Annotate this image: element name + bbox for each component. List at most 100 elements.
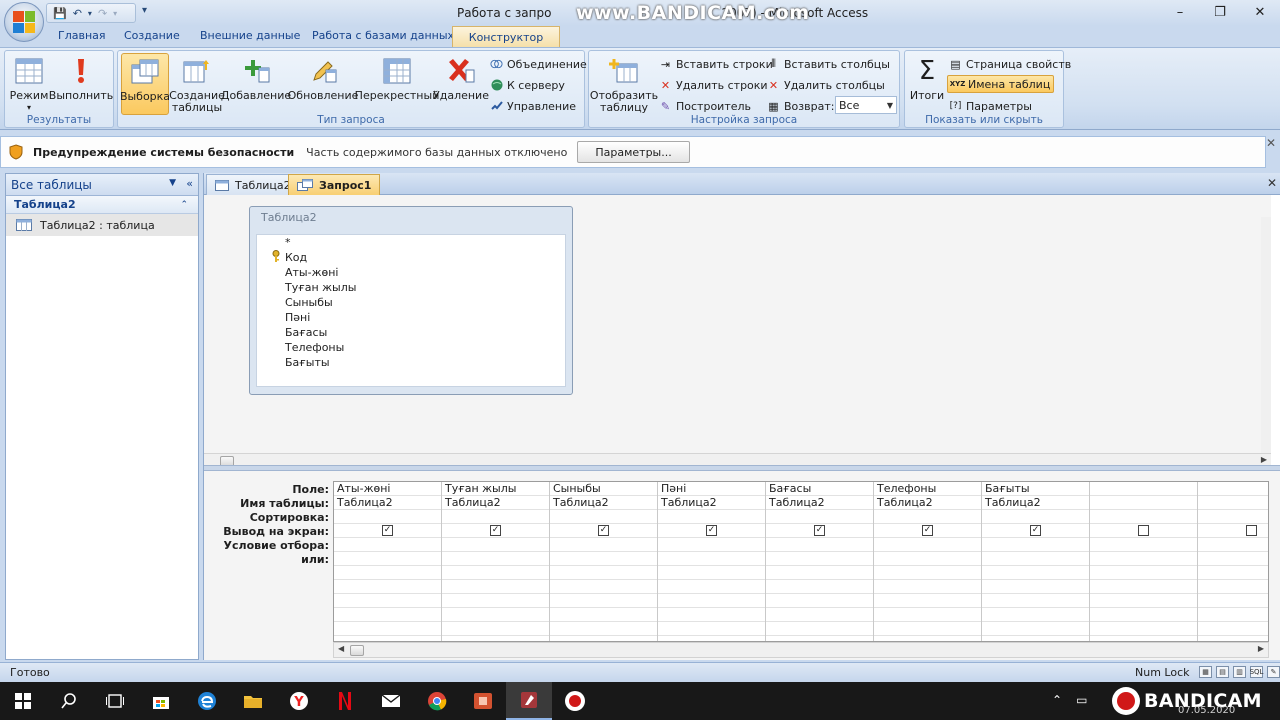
grid-empty-cell[interactable] [982, 622, 1089, 636]
security-options-button[interactable]: Параметры... [577, 141, 690, 163]
grid-empty-cell[interactable] [874, 566, 981, 580]
field-item[interactable]: Бағыты [285, 356, 330, 369]
grid-empty-cell[interactable] [874, 580, 981, 594]
grid-empty-cell[interactable] [1198, 622, 1268, 636]
grid-empty-cell[interactable] [442, 608, 549, 622]
builder-button[interactable]: ✎ Построитель [659, 97, 751, 115]
grid-field-cell[interactable]: Туған жылы [442, 482, 549, 496]
grid-empty-cell[interactable] [334, 622, 441, 636]
grid-empty-cell[interactable] [334, 580, 441, 594]
return-combo[interactable]: Все ▼ [835, 96, 897, 114]
grid-show-cell[interactable]: ✓ [334, 524, 441, 538]
nav-group-header[interactable]: Таблица2 ⌃ [6, 196, 198, 214]
save-icon[interactable]: 💾 [53, 7, 67, 20]
checkbox-checked[interactable]: ✓ [382, 525, 393, 536]
store-icon[interactable] [138, 682, 184, 720]
grid-criteria-cell[interactable] [658, 538, 765, 552]
tray-chevron-up-icon[interactable]: ⌃ [1052, 693, 1062, 707]
union-button[interactable]: Объединение [490, 55, 587, 73]
data-definition-button[interactable]: Управление [490, 97, 576, 115]
checkbox-checked[interactable]: ✓ [922, 525, 933, 536]
grid-table-cell[interactable]: Таблица2 [766, 496, 873, 510]
grid-criteria-cell[interactable] [874, 538, 981, 552]
field-item[interactable]: Туған жылы [285, 281, 356, 294]
grid-sort-cell[interactable] [550, 510, 657, 524]
collapse-pane-icon[interactable]: « [186, 177, 193, 190]
checkbox-checked[interactable]: ✓ [598, 525, 609, 536]
chevron-up-icon[interactable]: ⌃ [180, 200, 188, 210]
grid-empty-cell[interactable] [658, 580, 765, 594]
grid-table-cell[interactable] [1198, 496, 1268, 510]
tab-design[interactable]: Конструктор [452, 26, 560, 47]
grid-or-cell[interactable] [550, 552, 657, 566]
show-table-button[interactable]: Отобразить таблицу [590, 53, 658, 115]
grid-empty-cell[interactable] [1198, 566, 1268, 580]
grid-empty-cell[interactable] [1198, 594, 1268, 608]
grid-sort-cell[interactable] [334, 510, 441, 524]
grid-field-cell[interactable]: Сыныбы [550, 482, 657, 496]
design-view-icon[interactable]: ✎ [1267, 666, 1280, 678]
grid-empty-cell[interactable] [1090, 580, 1197, 594]
grid-table-cell[interactable]: Таблица2 [442, 496, 549, 510]
redo-dropdown-icon[interactable]: ▾ [113, 9, 117, 18]
grid-or-cell[interactable] [766, 552, 873, 566]
field-item[interactable]: Пәні [285, 311, 310, 324]
grid-empty-cell[interactable] [982, 594, 1089, 608]
insert-columns-button[interactable]: ⫴ Вставить столбцы [767, 55, 890, 73]
passthrough-button[interactable]: К серверу [490, 76, 565, 94]
delete-rows-button[interactable]: ✕ Удалить строки [659, 76, 768, 94]
access-icon[interactable] [506, 682, 552, 720]
grid-empty-cell[interactable] [550, 622, 657, 636]
windows-start-icon[interactable] [0, 682, 46, 720]
make-table-button[interactable]: Создание таблицы [169, 53, 225, 115]
search-icon[interactable] [46, 682, 92, 720]
grid-criteria-cell[interactable] [442, 538, 549, 552]
grid-empty-cell[interactable] [982, 566, 1089, 580]
grid-table-cell[interactable]: Таблица2 [658, 496, 765, 510]
delete-columns-button[interactable]: ✕ Удалить столбцы [767, 76, 885, 94]
field-item[interactable]: Бағасы [285, 326, 327, 339]
field-item[interactable]: Аты-жөні [285, 266, 338, 279]
grid-criteria-cell[interactable] [334, 538, 441, 552]
upper-vertical-scrollbar[interactable] [1261, 217, 1271, 479]
grid-field-cell[interactable]: Бағыты [982, 482, 1089, 496]
netflix-icon[interactable] [322, 682, 368, 720]
powerpoint-icon[interactable] [460, 682, 506, 720]
grid-criteria-cell[interactable] [982, 538, 1089, 552]
run-button[interactable]: Выполнить [49, 53, 113, 115]
pivot-chart-icon[interactable]: ▥ [1233, 666, 1246, 678]
yandex-browser-icon[interactable]: Y [276, 682, 322, 720]
table-names-button[interactable]: XYZ Имена таблиц [947, 75, 1055, 93]
tab-create[interactable]: Создание [124, 29, 180, 42]
field-item[interactable]: Телефоны [285, 341, 344, 354]
checkbox-unchecked[interactable] [1138, 525, 1149, 536]
checkbox-checked[interactable]: ✓ [814, 525, 825, 536]
grid-sort-cell[interactable] [658, 510, 765, 524]
redo-icon[interactable]: ↷ [98, 7, 107, 20]
crosstab-button[interactable]: Перекрестный [355, 53, 439, 115]
pivot-table-icon[interactable]: ▤ [1216, 666, 1229, 678]
tab-external-data[interactable]: Внешние данные [200, 29, 300, 42]
grid-empty-cell[interactable] [982, 608, 1089, 622]
grid-empty-cell[interactable] [442, 580, 549, 594]
grid-empty-cell[interactable] [550, 594, 657, 608]
tab-database-tools[interactable]: Работа с базами данных [312, 29, 454, 42]
checkbox-checked[interactable]: ✓ [1030, 525, 1041, 536]
grid-criteria-cell[interactable] [550, 538, 657, 552]
grid-show-cell[interactable]: ✓ [982, 524, 1089, 538]
grid-show-cell[interactable] [1198, 524, 1268, 538]
grid-criteria-cell[interactable] [1198, 538, 1268, 552]
record-icon[interactable] [552, 682, 598, 720]
tab-home[interactable]: Главная [58, 29, 106, 42]
grid-sort-cell[interactable] [1090, 510, 1197, 524]
grid-empty-cell[interactable] [550, 580, 657, 594]
network-icon[interactable]: ▭ [1076, 693, 1087, 707]
grid-or-cell[interactable] [1198, 552, 1268, 566]
insert-rows-button[interactable]: ⇥ Вставить строки [659, 55, 773, 73]
field-item[interactable]: Сыныбы [285, 296, 333, 309]
grid-criteria-cell[interactable] [1090, 538, 1197, 552]
scroll-right-arrow-icon[interactable]: ▶ [1261, 455, 1267, 464]
grid-empty-cell[interactable] [1090, 622, 1197, 636]
grid-horizontal-scrollbar[interactable]: ◀ ▶ [333, 642, 1269, 658]
grid-sort-cell[interactable] [874, 510, 981, 524]
